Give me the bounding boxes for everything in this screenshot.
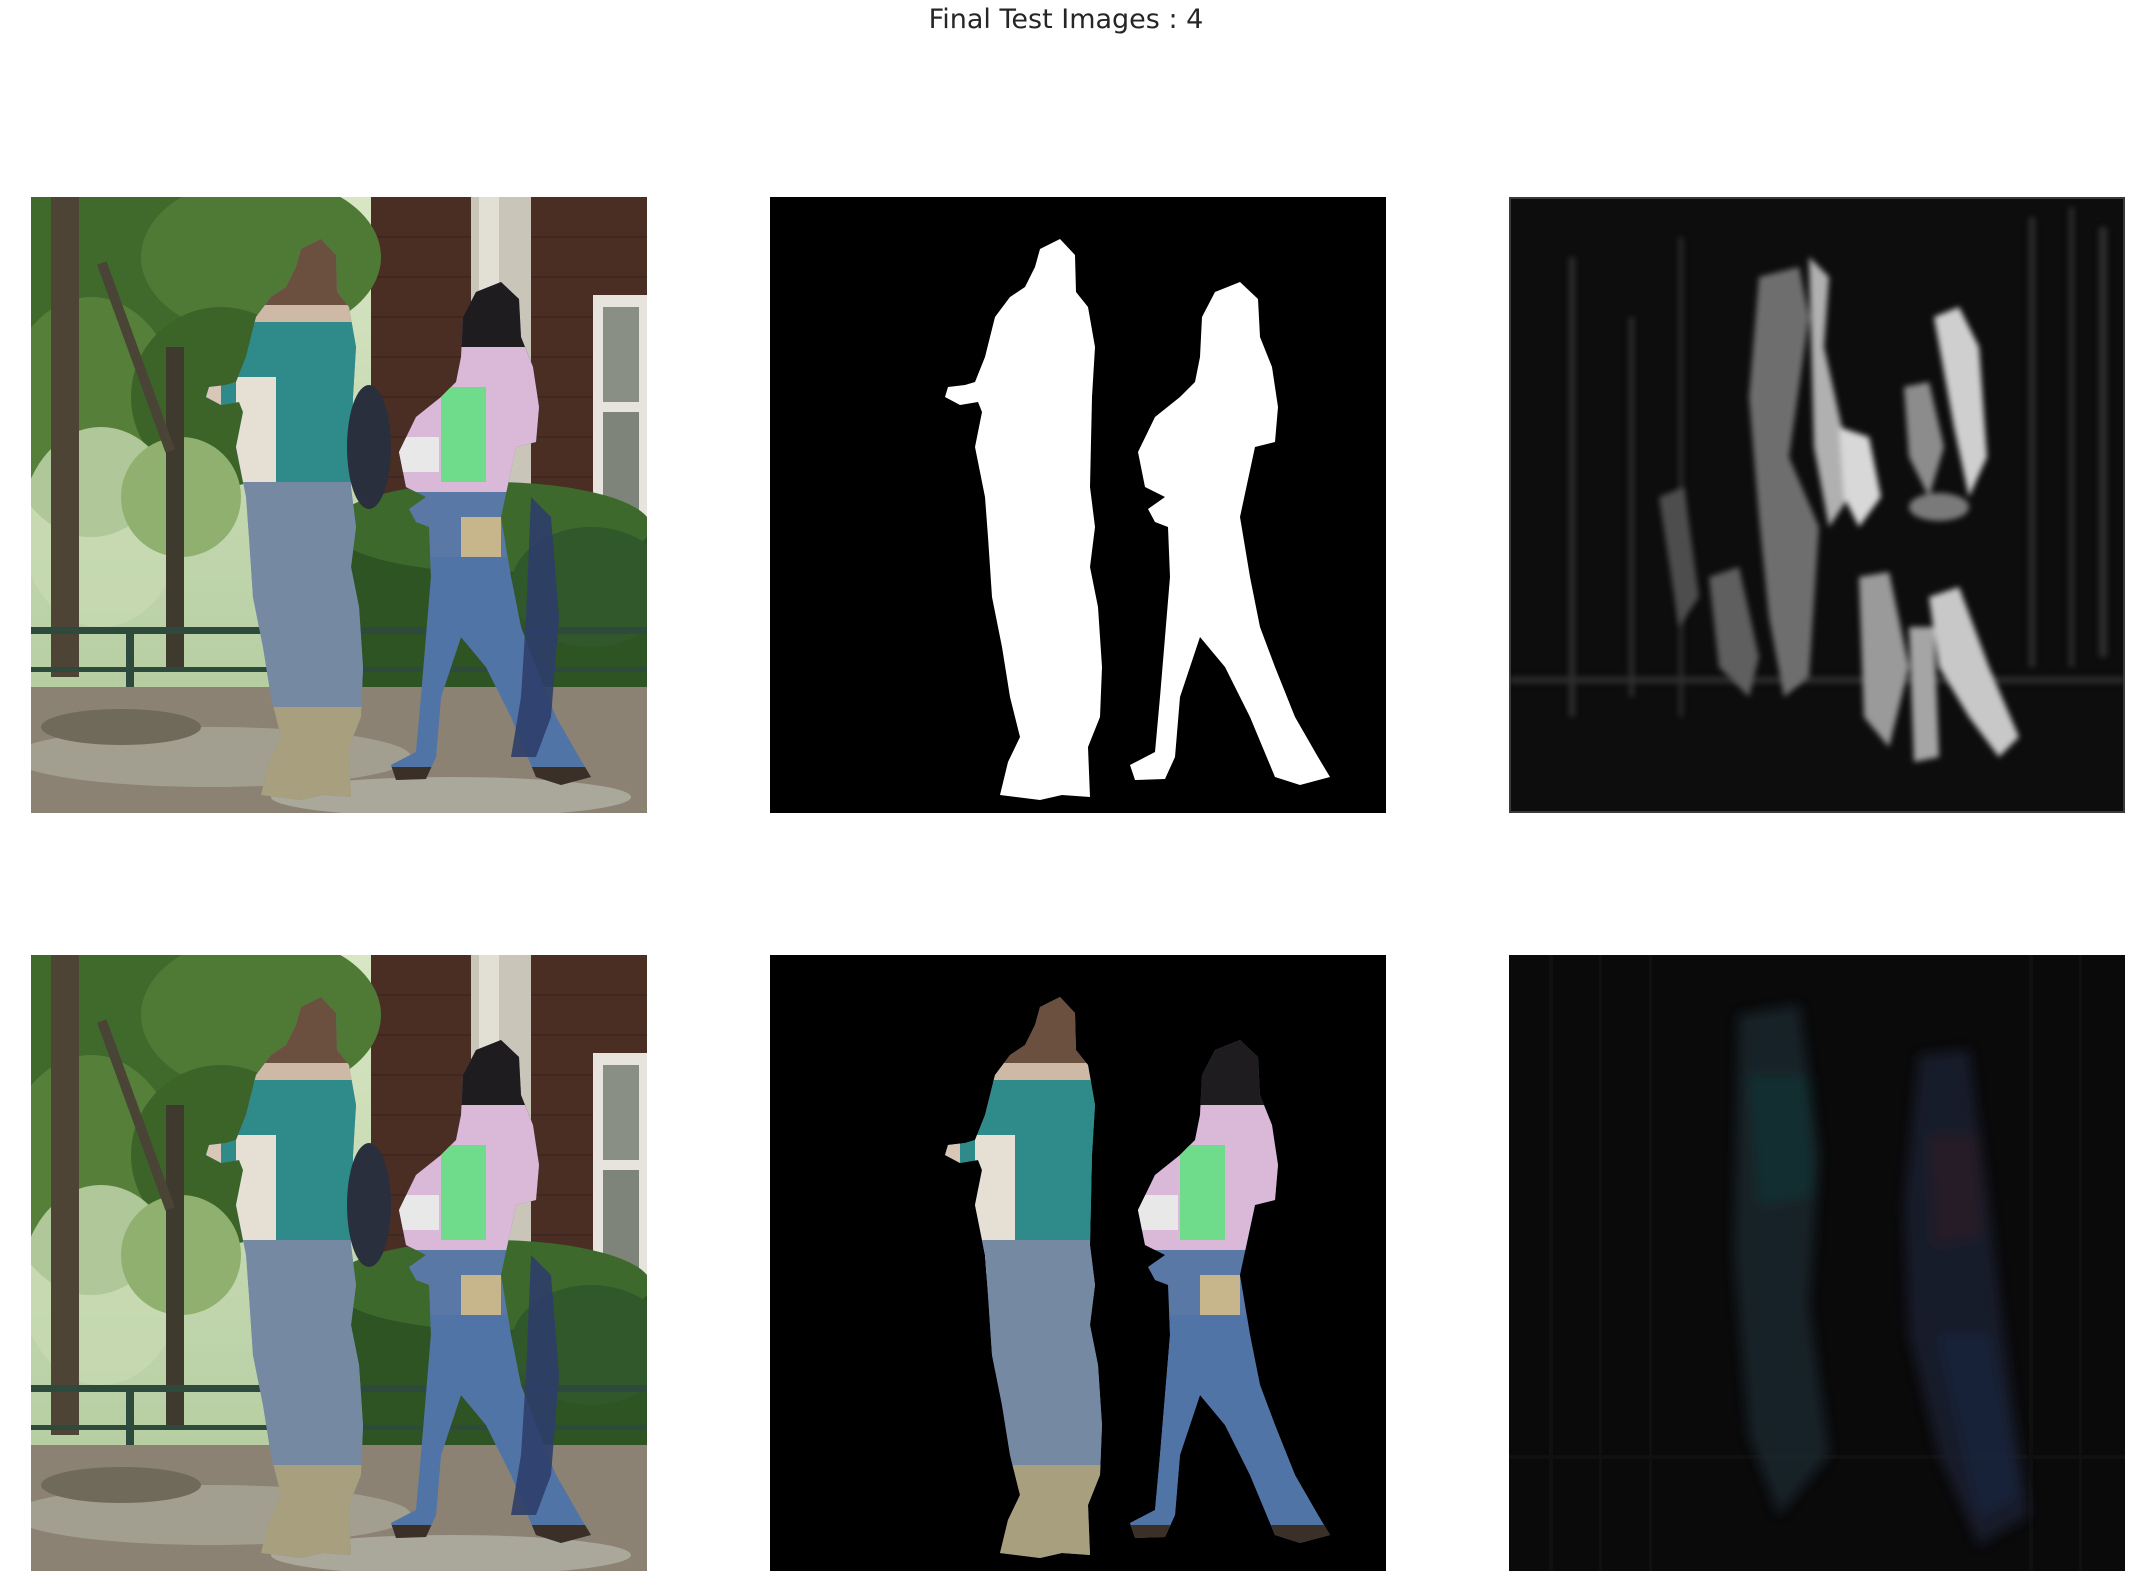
binary-mask-panel — [770, 197, 1386, 813]
masked-photo — [770, 955, 1386, 1571]
response-map-panel — [1509, 197, 2125, 813]
grayscale-response-map — [1509, 197, 2125, 813]
figure-title: Final Test Images : 4 — [928, 4, 1204, 35]
dark-residual-map — [1509, 955, 2125, 1571]
input-photo-panel-top — [31, 197, 647, 813]
input-photo-panel-bottom — [31, 955, 647, 1571]
residual-map-panel — [1509, 955, 2125, 1571]
input-photo-top — [31, 197, 647, 813]
masked-photo-panel — [770, 955, 1386, 1571]
binary-mask — [770, 197, 1386, 813]
input-photo-bottom — [31, 955, 647, 1571]
